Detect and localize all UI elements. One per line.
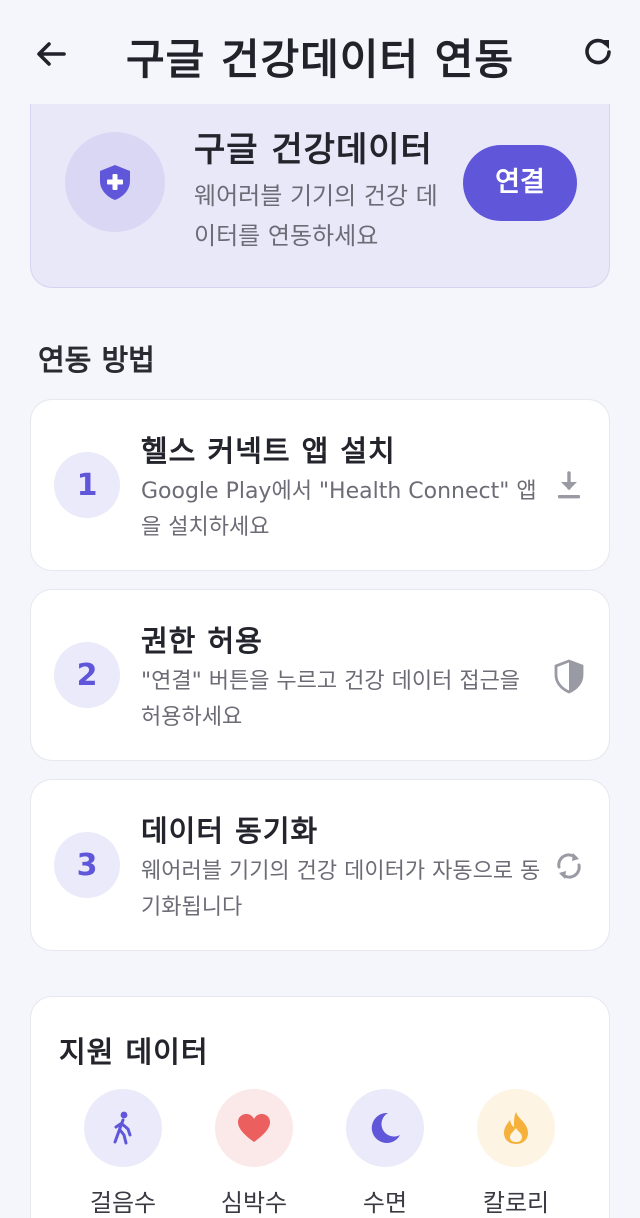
banner-title: 구글 건강데이터 bbox=[194, 130, 433, 170]
walking-icon bbox=[113, 1111, 132, 1145]
data-item-heart-rate: 심박수 bbox=[199, 1089, 309, 1218]
banner-icon-circle bbox=[65, 132, 165, 232]
app-header: 구글 건강데이터 연동 bbox=[0, 0, 640, 104]
data-label: 칼로리 bbox=[482, 1189, 550, 1217]
step-description: Google Play에서 "Health Connect" 앱을 설치하세요 bbox=[141, 479, 537, 540]
shield-icon bbox=[554, 659, 584, 694]
data-label: 걸음수 bbox=[89, 1189, 157, 1217]
step-number-badge: 1 bbox=[54, 452, 120, 518]
data-icon-circle bbox=[215, 1089, 293, 1167]
step-description: 웨어러블 기기의 건강 데이터가 자동으로 동기화됩니다 bbox=[141, 859, 541, 920]
step-number-badge: 2 bbox=[54, 642, 120, 708]
step-card-install: 1 헬스 커넥트 앱 설치 Google Play에서 "Health Conn… bbox=[30, 399, 610, 571]
step-title: 권한 허용 bbox=[141, 624, 263, 658]
moon-icon bbox=[371, 1112, 400, 1143]
supported-data-card: 지원 데이터 걸음수 심박수 수면 칼로리 bbox=[30, 996, 610, 1218]
shield-plus-icon bbox=[100, 165, 130, 200]
heart-icon bbox=[238, 1114, 270, 1142]
sync-icon bbox=[557, 853, 581, 879]
step-description: "연결" 버튼을 누르고 건강 데이터 접근을 허용하세요 bbox=[141, 669, 521, 730]
data-icon-circle bbox=[84, 1089, 162, 1167]
supported-data-title: 지원 데이터 bbox=[59, 1035, 209, 1069]
data-item-steps: 걸음수 bbox=[68, 1089, 178, 1218]
data-label: 심박수 bbox=[220, 1189, 288, 1217]
banner-description: 웨어러블 기기의 건강 데이터를 연동하세요 bbox=[194, 182, 438, 250]
step-number-badge: 3 bbox=[54, 832, 120, 898]
connect-button[interactable]: 연결 bbox=[463, 145, 577, 221]
download-icon bbox=[558, 471, 580, 499]
data-item-calories: 칼로리 bbox=[461, 1089, 571, 1218]
page-title: 구글 건강데이터 연동 bbox=[125, 35, 514, 84]
data-icon-circle bbox=[477, 1089, 555, 1167]
data-item-sleep: 수면 bbox=[330, 1089, 440, 1218]
connect-banner: 구글 건강데이터 웨어러블 기기의 건강 데이터를 연동하세요 연결 bbox=[30, 92, 610, 288]
data-icon-circle bbox=[346, 1089, 424, 1167]
step-title: 데이터 동기화 bbox=[141, 814, 319, 848]
step-title: 헬스 커넥트 앱 설치 bbox=[141, 434, 396, 468]
refresh-icon bbox=[585, 38, 611, 65]
data-label: 수면 bbox=[362, 1189, 408, 1217]
step-card-sync: 3 데이터 동기화 웨어러블 기기의 건강 데이터가 자동으로 동기화됩니다 bbox=[30, 779, 610, 951]
refresh-button[interactable] bbox=[576, 30, 620, 74]
page: 구글 건강데이터 연동 구글 건강데이터 웨어러블 기기의 건강 데이터를 연동… bbox=[0, 0, 640, 1218]
section-title-steps: 연동 방법 bbox=[38, 343, 155, 377]
step-card-permission: 2 권한 허용 "연결" 버튼을 누르고 건강 데이터 접근을 허용하세요 bbox=[30, 589, 610, 761]
flame-icon bbox=[504, 1112, 528, 1144]
